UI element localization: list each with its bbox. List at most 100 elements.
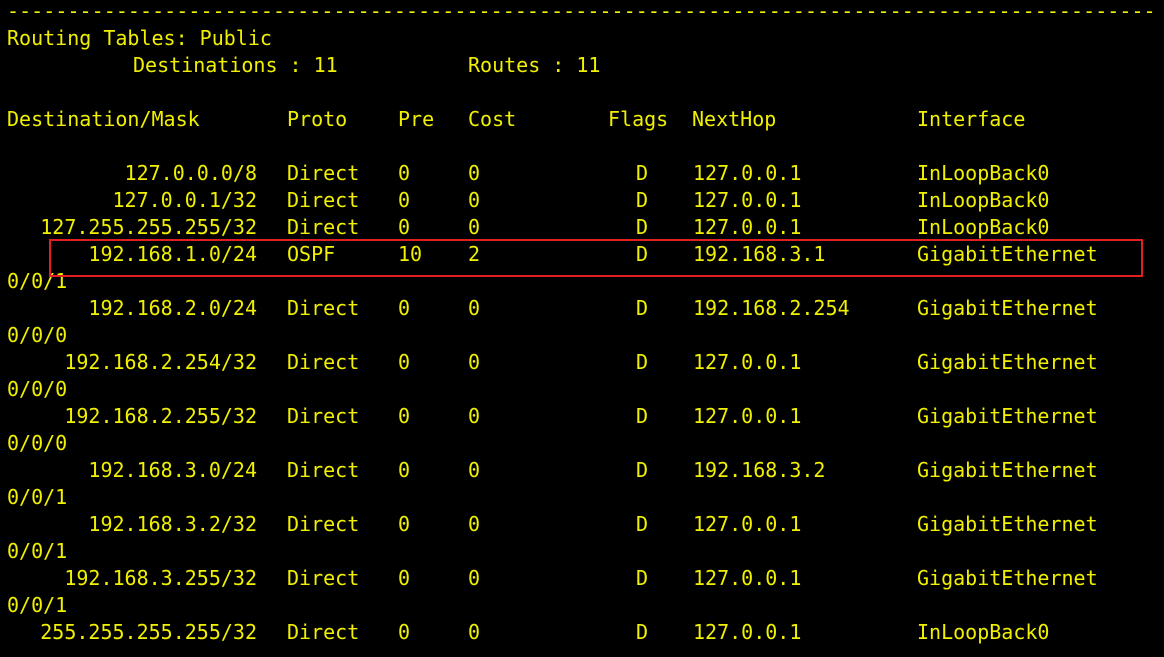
separator-line: ----------------------------------------… xyxy=(7,0,1157,25)
route-interface: GigabitEthernet xyxy=(917,512,1098,536)
route-nexthop: 127.0.0.1 xyxy=(693,215,802,239)
route-flags: D xyxy=(636,242,649,266)
table-row-continuation: 0/0/1 xyxy=(7,592,1157,619)
route-cost: 0 xyxy=(468,215,481,239)
route-flags: D xyxy=(636,620,649,644)
route-pre: 0 xyxy=(398,350,411,374)
table-row: 127.255.255.255/32 Direct 0 0 D 127.0.0.1 InLo… xyxy=(7,214,1157,241)
table-row-continuation: 0/0/1 xyxy=(7,484,1157,511)
route-proto: OSPF xyxy=(287,242,336,266)
route-cost: 0 xyxy=(468,296,481,320)
route-cost: 0 xyxy=(468,404,481,428)
separator-text: ----------------------------------------… xyxy=(7,0,1156,23)
route-proto: Direct xyxy=(287,458,360,482)
route-interface: GigabitEthernet xyxy=(917,566,1098,590)
table-row-continuation: 0/0/1 xyxy=(7,538,1157,565)
table-row-continuation: 0/0/0 xyxy=(7,376,1157,403)
route-pre: 0 xyxy=(398,215,411,239)
route-pre: 0 xyxy=(398,458,411,482)
route-cost: 0 xyxy=(468,566,481,590)
table-row: 127.0.0.1/32 Direct 0 0 D 127.0.0.1 InLoopBack… xyxy=(7,187,1157,214)
routing-table-title: Routing Tables: Public xyxy=(7,26,272,50)
terminal-window[interactable]: ----------------------------------------… xyxy=(7,0,1157,657)
route-destination: 192.168.2.255/32 xyxy=(64,404,257,428)
route-nexthop: 192.168.3.1 xyxy=(693,242,826,266)
route-proto: Direct xyxy=(287,350,360,374)
route-destination: 192.168.2.254/32 xyxy=(64,350,257,374)
route-cost: 0 xyxy=(468,512,481,536)
route-interface: GigabitEthernet xyxy=(917,242,1098,266)
route-proto: Direct xyxy=(287,188,360,212)
route-cost: 0 xyxy=(468,161,481,185)
header-interface: Interface xyxy=(917,107,1026,131)
route-nexthop: 127.0.0.1 xyxy=(693,620,802,644)
route-proto: Direct xyxy=(287,215,360,239)
summary-line: Destinations : 11 Routes : 11 xyxy=(7,52,1157,79)
header-nexthop: NextHop xyxy=(692,107,777,131)
route-proto: Direct xyxy=(287,566,360,590)
route-cost: 0 xyxy=(468,458,481,482)
route-interface: InLoopBack0 xyxy=(917,215,1050,239)
route-flags: D xyxy=(636,404,649,428)
table-row: 192.168.3.255/32 Direct 0 0 D 127.0.0.1 Gigabi… xyxy=(7,565,1157,592)
route-interface: GigabitEthernet xyxy=(917,458,1098,482)
route-pre: 10 xyxy=(398,242,423,266)
table-row: 127.0.0.0/8 Direct 0 0 D 127.0.0.1 InLoopBack0 xyxy=(7,160,1157,187)
route-destination: 127.0.0.1/32 xyxy=(112,188,258,212)
route-nexthop: 127.0.0.1 xyxy=(693,512,802,536)
route-proto: Direct xyxy=(287,620,360,644)
route-cost: 0 xyxy=(468,350,481,374)
route-interface-continuation: 0/0/1 xyxy=(7,593,68,617)
route-proto: Direct xyxy=(287,161,360,185)
route-destination: 192.168.2.0/24 xyxy=(88,296,257,320)
route-interface: InLoopBack0 xyxy=(917,161,1050,185)
table-row: 192.168.2.0/24 Direct 0 0 D 192.168.2.254 Giga… xyxy=(7,295,1157,322)
table-row-continuation: 0/0/1 xyxy=(7,268,1157,295)
table-row: 192.168.3.0/24 Direct 0 0 D 192.168.3.2 Gigabi… xyxy=(7,457,1157,484)
route-flags: D xyxy=(636,215,649,239)
route-nexthop: 127.0.0.1 xyxy=(693,161,802,185)
route-nexthop: 127.0.0.1 xyxy=(693,188,802,212)
route-pre: 0 xyxy=(398,512,411,536)
title-line: Routing Tables: Public xyxy=(7,25,1157,52)
table-row-continuation: 0/0/0 xyxy=(7,430,1157,457)
route-destination: 192.168.3.255/32 xyxy=(64,566,257,590)
table-row-continuation: 0/0/0 xyxy=(7,322,1157,349)
route-cost: 0 xyxy=(468,620,481,644)
route-proto: Direct xyxy=(287,296,360,320)
route-flags: D xyxy=(636,350,649,374)
route-destination: 192.168.1.0/24 xyxy=(88,242,257,266)
route-cost: 0 xyxy=(468,188,481,212)
route-destination: 127.255.255.255/32 xyxy=(40,215,257,239)
route-interface-continuation: 0/0/0 xyxy=(7,377,68,401)
route-flags: D xyxy=(636,458,649,482)
route-flags: D xyxy=(636,161,649,185)
route-flags: D xyxy=(636,566,649,590)
routes-count: Routes : 11 xyxy=(468,53,601,77)
route-proto: Direct xyxy=(287,404,360,428)
route-destination: 127.0.0.0/8 xyxy=(124,161,257,185)
route-interface: GigabitEthernet xyxy=(917,404,1098,428)
header-pre: Pre xyxy=(398,107,435,131)
route-interface: InLoopBack0 xyxy=(917,620,1050,644)
destinations-count: Destinations : 11 xyxy=(133,53,338,77)
route-interface: InLoopBack0 xyxy=(917,188,1050,212)
route-interface-continuation: 0/0/0 xyxy=(7,323,68,347)
route-interface-continuation: 0/0/0 xyxy=(7,431,68,455)
route-interface-continuation: 0/0/1 xyxy=(7,269,68,293)
header-destination: Destination/Mask xyxy=(7,107,200,131)
route-nexthop: 127.0.0.1 xyxy=(693,404,802,428)
route-pre: 0 xyxy=(398,404,411,428)
table-row: 192.168.3.2/32 Direct 0 0 D 127.0.0.1 GigabitE… xyxy=(7,511,1157,538)
route-interface-continuation: 0/0/1 xyxy=(7,485,68,509)
route-proto: Direct xyxy=(287,512,360,536)
route-list: 127.0.0.0/8 Direct 0 0 D 127.0.0.1 InLoopBack0… xyxy=(7,160,1157,646)
route-nexthop: 127.0.0.1 xyxy=(693,350,802,374)
table-row: 192.168.2.255/32 Direct 0 0 D 127.0.0.1 Gigabi… xyxy=(7,403,1157,430)
route-pre: 0 xyxy=(398,566,411,590)
route-pre: 0 xyxy=(398,620,411,644)
route-destination: 255.255.255.255/32 xyxy=(40,620,257,644)
route-destination: 192.168.3.2/32 xyxy=(88,512,257,536)
